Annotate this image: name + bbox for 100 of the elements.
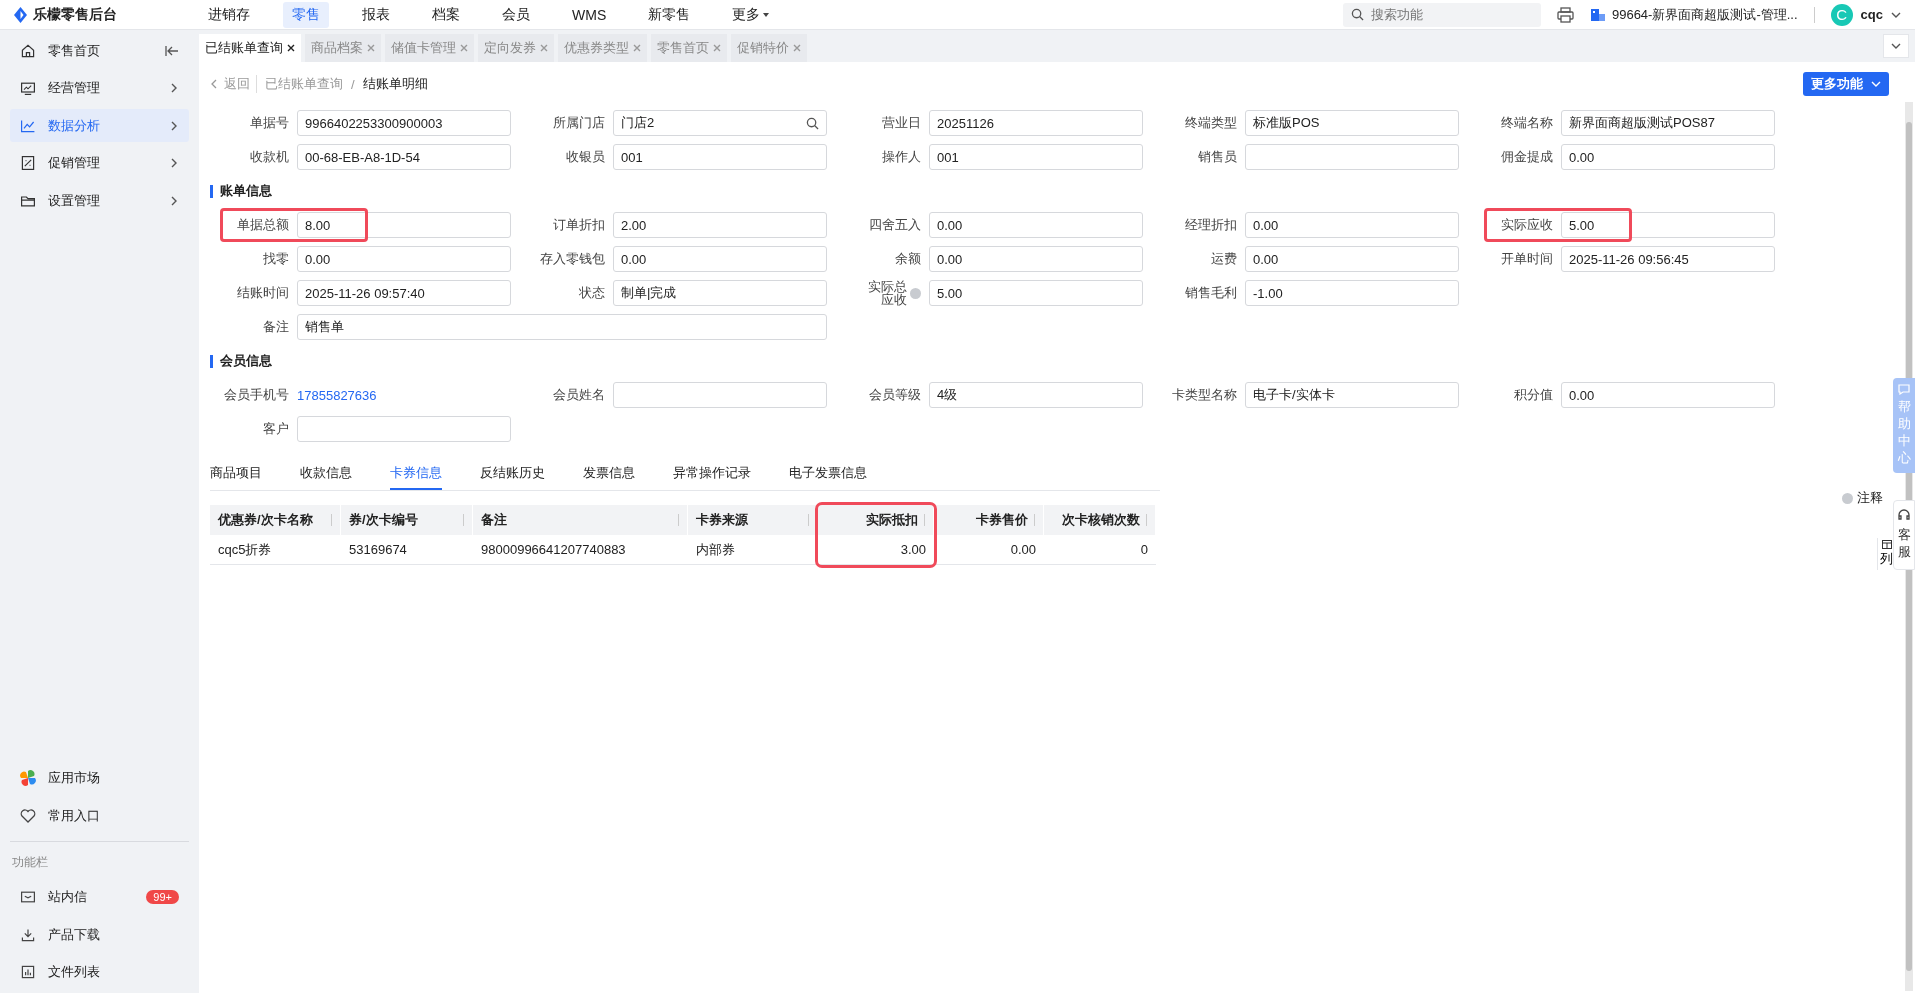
home-icon: [20, 42, 36, 59]
chat-icon: [1898, 384, 1910, 395]
field-label: 会员等级: [868, 386, 921, 404]
store-name[interactable]: 99664-新界面商超版测试-管理...: [1611, 5, 1798, 24]
chevron-right-icon: [169, 120, 179, 131]
input-field[interactable]: [1245, 144, 1459, 170]
input-field[interactable]: 电子卡/实体卡: [1245, 382, 1459, 408]
field-label: 结账时间: [236, 284, 289, 302]
table-cell: 0.00: [934, 535, 1044, 565]
field-label: 备注: [262, 318, 289, 336]
phone-link[interactable]: 17855827636: [297, 382, 511, 408]
page-tab[interactable]: 已结账单查询: [199, 34, 301, 62]
field-label: 佣金提成: [1500, 148, 1553, 166]
close-icon[interactable]: [287, 44, 295, 52]
mail-icon: [20, 889, 36, 905]
input-field[interactable]: 4级: [929, 382, 1143, 408]
detail-tab[interactable]: 电子发票信息: [789, 458, 867, 490]
nav-item[interactable]: 报表: [353, 1, 399, 28]
column-header: 实际抵扣: [818, 505, 934, 535]
input-field[interactable]: 00-68-EB-A8-1D-54: [297, 144, 511, 170]
input-field[interactable]: [297, 416, 511, 442]
sidebar-item[interactable]: 数据分析: [10, 109, 189, 142]
input-field[interactable]: 0.00: [1245, 212, 1459, 238]
input-field[interactable]: 制单|完成: [613, 280, 827, 306]
input-field[interactable]: 2.00: [613, 212, 827, 238]
table-cell: 53169674: [341, 535, 473, 565]
line-chart-icon: [20, 117, 36, 134]
table-icon: [1881, 540, 1892, 549]
input-field[interactable]: 20251126: [929, 110, 1143, 136]
input-field[interactable]: 标准版POS: [1245, 110, 1459, 136]
sidebar-item[interactable]: 站内信 99+: [10, 880, 189, 914]
input-field[interactable]: 0.00: [929, 212, 1143, 238]
breadcrumb-separator: /: [351, 76, 355, 92]
sidebar-item[interactable]: 零售首页: [10, 34, 189, 67]
input-field[interactable]: 5.00: [929, 280, 1143, 306]
chevron-left-icon: [210, 79, 218, 89]
field-label: 单据号: [249, 114, 289, 132]
field-label: 操作人: [881, 148, 921, 166]
input-field[interactable]: 9966402253300900003: [297, 110, 511, 136]
input-field[interactable]: 8.00: [297, 212, 511, 238]
nav-item[interactable]: 进销存: [199, 1, 259, 28]
sidebar-item[interactable]: 设置管理: [10, 184, 189, 217]
detail-tab[interactable]: 卡券信息: [390, 458, 442, 490]
nav-item[interactable]: 新零售: [639, 1, 700, 28]
customer-service-button[interactable]: 客服: [1893, 500, 1915, 570]
input-field[interactable]: 0.00: [929, 246, 1143, 272]
input-field[interactable]: 新界面商超版测试POS87: [1561, 110, 1775, 136]
more-actions-button[interactable]: 更多功能: [1803, 72, 1889, 96]
section-title: 会员信息: [220, 352, 272, 370]
input-field[interactable]: 0.00: [613, 246, 827, 272]
table-cell: cqc5折券: [210, 535, 341, 565]
detail-tab[interactable]: 发票信息: [583, 458, 635, 490]
field-label: 客户: [262, 420, 289, 438]
sidebar-item[interactable]: 促销管理: [10, 146, 189, 180]
input-field[interactable]: 销售单: [297, 314, 827, 340]
user-name[interactable]: cqc: [1860, 7, 1883, 22]
column-header: 备注: [473, 505, 688, 535]
field-label: 终端类型: [1184, 114, 1237, 132]
input-field[interactable]: 0.00: [1561, 144, 1775, 170]
field-label: 收银员: [565, 148, 605, 166]
note-toggle[interactable]: 注释: [1836, 488, 1889, 508]
input-field[interactable]: 0.00: [1561, 382, 1775, 408]
sidebar-item[interactable]: 经营管理: [10, 71, 189, 105]
detail-tab[interactable]: 反结账历史: [480, 458, 545, 490]
detail-tab[interactable]: 商品项目: [210, 458, 262, 490]
collapse-icon[interactable]: [165, 44, 179, 57]
pinwheel-icon: [20, 770, 36, 786]
field-label: 积分值: [1513, 386, 1553, 404]
input-field[interactable]: 2025-11-26 09:57:40: [297, 280, 511, 306]
nav-item[interactable]: 档案: [423, 1, 469, 28]
field-label: 营业日: [881, 114, 921, 132]
detail-tab[interactable]: 收款信息: [300, 458, 352, 490]
input-field[interactable]: 001: [613, 144, 827, 170]
store-field[interactable]: 门店2: [613, 110, 827, 136]
nav-item[interactable]: 零售: [283, 1, 329, 28]
bar-chart-icon: [20, 964, 36, 980]
input-field[interactable]: 2025-11-26 09:56:45: [1561, 246, 1775, 272]
search-field[interactable]: 搜索功能: [1342, 2, 1541, 27]
nav-item[interactable]: 会员: [493, 1, 539, 28]
input-field[interactable]: [613, 382, 827, 408]
chevron-down-icon: [1871, 79, 1881, 89]
app-title: 乐檬零售后台: [33, 5, 117, 24]
nav-item[interactable]: 更多: [723, 1, 780, 28]
nav-item[interactable]: WMS: [563, 1, 616, 28]
chart-board-icon: [20, 80, 36, 96]
input-field[interactable]: 5.00: [1561, 212, 1775, 238]
input-field[interactable]: -1.00: [1245, 280, 1459, 306]
printer-icon[interactable]: [1556, 6, 1574, 23]
sidebar-item[interactable]: 常用入口: [10, 799, 189, 832]
sidebar-item[interactable]: 应用市场: [10, 761, 189, 795]
input-field[interactable]: 0.00: [1245, 246, 1459, 272]
field-label: 收款机: [249, 148, 289, 166]
field-label: 终端名称: [1500, 114, 1553, 132]
tabs-menu-button[interactable]: [1883, 34, 1909, 58]
sidebar-item[interactable]: 产品下载: [10, 918, 189, 951]
input-field[interactable]: 001: [929, 144, 1143, 170]
sidebar-item[interactable]: 文件列表: [10, 955, 189, 989]
input-field[interactable]: 0.00: [297, 246, 511, 272]
detail-tab[interactable]: 异常操作记录: [673, 458, 751, 490]
download-icon: [20, 926, 36, 943]
